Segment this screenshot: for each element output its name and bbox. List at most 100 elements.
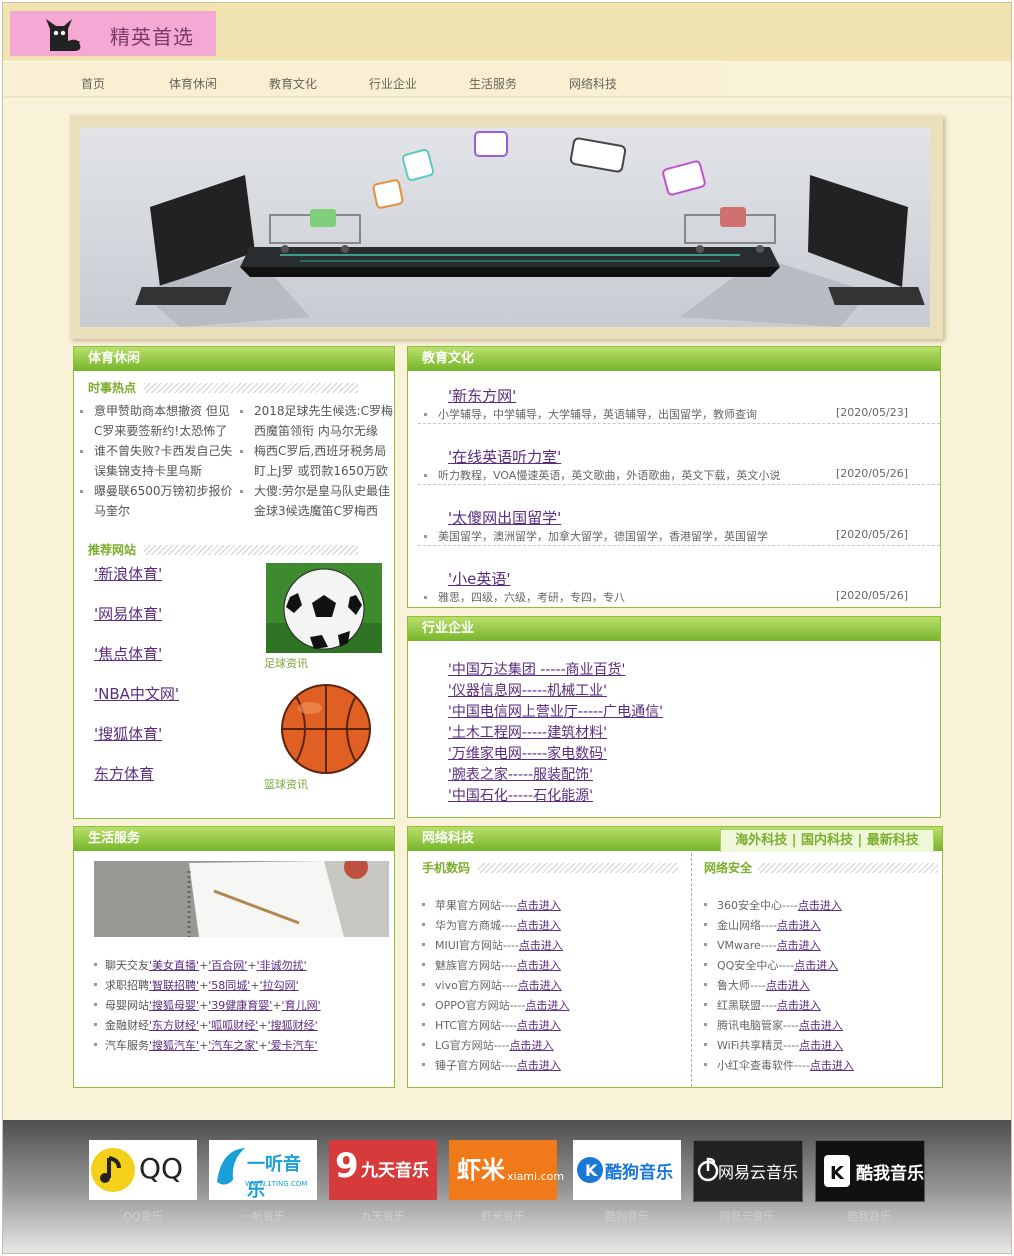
- news-item[interactable]: 曝曼联6500万镑初步报价: [94, 481, 244, 501]
- netease-music-logo[interactable]: 网易云音乐: [693, 1140, 803, 1202]
- life-link[interactable]: '东方财经': [149, 1019, 199, 1032]
- logo-name: 网易云音乐: [719, 1210, 775, 1223]
- tech-site-name: LG官方网站----: [435, 1039, 510, 1052]
- enter-link[interactable]: 点击进入: [519, 939, 563, 952]
- notebook-image[interactable]: [94, 861, 389, 937]
- 1ting-logo[interactable]: 一听音乐 WWW.1TING.COM: [209, 1140, 317, 1201]
- news-item[interactable]: 金球3候选魔笛C罗梅西: [254, 501, 394, 521]
- kuwo-logo[interactable]: K 酷我音乐: [815, 1140, 925, 1202]
- enter-link[interactable]: 点击进入: [766, 979, 810, 992]
- soccer-caption[interactable]: 足球资讯: [264, 655, 308, 671]
- nav-item-home[interactable]: 首页: [81, 75, 105, 92]
- enter-link[interactable]: 点击进入: [510, 1039, 554, 1052]
- news-item[interactable]: 大傻:劳尔是皇马队史最佳: [254, 481, 394, 501]
- qq-logo-text: QQ: [139, 1152, 184, 1185]
- industry-link-wanda[interactable]: '中国万达集团 -----商业百货': [448, 659, 625, 679]
- basketball-image[interactable]: [274, 682, 378, 776]
- news-item[interactable]: 谁不曾失败?卡西发自己失: [94, 441, 244, 461]
- life-link[interactable]: '智联招聘': [149, 979, 199, 992]
- link-eastday-sports[interactable]: 东方体育: [94, 763, 154, 784]
- edu-link-tingroom[interactable]: '在线英语听力室': [448, 446, 561, 467]
- link-163-sports[interactable]: '网易体育': [94, 603, 162, 624]
- edu-link-xdf[interactable]: '新东方网': [448, 385, 516, 406]
- life-link[interactable]: '58同城': [208, 979, 250, 992]
- enter-link[interactable]: 点击进入: [799, 1019, 843, 1032]
- education-panel: 教育文化 '新东方网' 小学辅导，中学辅导，大学辅导，英语辅导，出国留学，教师查…: [407, 346, 941, 608]
- xiami-logo[interactable]: 虾米 xiami.com: [449, 1140, 564, 1200]
- bullet-dot: [424, 474, 427, 477]
- education-panel-title: 教育文化: [408, 347, 940, 371]
- industry-link-instrument[interactable]: '仪器信息网-----机械工业': [448, 680, 607, 700]
- enter-link[interactable]: 点击进入: [517, 919, 561, 932]
- enter-link[interactable]: 点击进入: [799, 1039, 843, 1052]
- tech-site-name: vivo官方网站----: [435, 979, 518, 992]
- enter-link[interactable]: 点击进入: [810, 1059, 854, 1072]
- enter-link[interactable]: 点击进入: [777, 919, 821, 932]
- nav-item-sports[interactable]: 体育休闲: [169, 75, 217, 92]
- life-link[interactable]: '非诚勿扰': [257, 959, 307, 972]
- industry-link-appliance[interactable]: '万维家电网-----家电数码': [448, 743, 607, 763]
- enter-link[interactable]: 点击进入: [517, 1019, 561, 1032]
- edu-link-xiaoe[interactable]: '小e英语': [448, 568, 510, 589]
- link-nba-china[interactable]: 'NBA中文网': [94, 683, 179, 704]
- enter-link[interactable]: 点击进入: [518, 979, 562, 992]
- life-link[interactable]: '搜狐母婴': [149, 999, 199, 1012]
- nav-item-industry[interactable]: 行业企业: [369, 75, 417, 92]
- life-link[interactable]: '搜狐财经': [268, 1019, 318, 1032]
- enter-link[interactable]: 点击进入: [517, 959, 561, 972]
- column-divider: [691, 853, 692, 1087]
- tech-site-name: 华为官方商城----: [435, 919, 517, 932]
- svg-text:K: K: [830, 1163, 845, 1184]
- edu-link-taisha[interactable]: '太傻网出国留学': [448, 507, 561, 528]
- soccer-ball-image[interactable]: [266, 563, 382, 653]
- bullet-dot: [240, 410, 243, 413]
- enter-link[interactable]: 点击进入: [794, 959, 838, 972]
- life-link[interactable]: '育儿网': [282, 999, 321, 1012]
- banner-image[interactable]: [80, 127, 930, 327]
- link-focus-sports[interactable]: '焦点体育': [94, 643, 162, 664]
- 9sky-logo[interactable]: 9 九天音乐: [329, 1140, 437, 1200]
- news-item[interactable]: 盯上J罗 或罚款1650万欧: [254, 461, 394, 481]
- life-link[interactable]: '汽车之家': [208, 1039, 258, 1052]
- enter-link[interactable]: 点击进入: [798, 899, 842, 912]
- kugou-logo[interactable]: K 酷狗音乐: [573, 1140, 681, 1200]
- news-item[interactable]: 西魔笛领衔 内马尔无缘: [254, 421, 394, 441]
- enter-link[interactable]: 点击进入: [517, 1059, 561, 1072]
- enter-link[interactable]: 点击进入: [777, 939, 821, 952]
- news-item[interactable]: 马奎尔: [94, 501, 244, 521]
- bullet-dot: [704, 1023, 707, 1026]
- bullet-dot: [704, 963, 707, 966]
- site-logo[interactable]: 精英首选: [10, 11, 216, 56]
- qq-music-logo[interactable]: QQ: [89, 1140, 197, 1200]
- enter-link[interactable]: 点击进入: [777, 999, 821, 1012]
- tech-site-name: 鲁大师----: [717, 979, 766, 992]
- nav-item-life[interactable]: 生活服务: [469, 75, 517, 92]
- stripe-divider: [478, 863, 678, 873]
- industry-link-sinopec[interactable]: '中国石化-----石化能源': [448, 785, 593, 805]
- nav-item-tech[interactable]: 网络科技: [569, 75, 617, 92]
- enter-link[interactable]: 点击进入: [517, 899, 561, 912]
- tech-site-name: 红黑联盟----: [717, 999, 777, 1012]
- life-link[interactable]: '美女直播': [149, 959, 199, 972]
- news-item[interactable]: 意甲赞助商本想撤资 但见: [94, 401, 244, 421]
- life-link[interactable]: '爱卡汽车': [268, 1039, 318, 1052]
- life-link[interactable]: '拉勾网': [260, 979, 299, 992]
- link-sina-sports[interactable]: '新浪体育': [94, 563, 162, 584]
- tech-tabs[interactable]: 海外科技 | 国内科技 | 最新科技: [720, 829, 934, 852]
- news-item[interactable]: 误集锦支持卡里乌斯: [94, 461, 244, 481]
- nav-item-education[interactable]: 教育文化: [269, 75, 317, 92]
- basketball-caption[interactable]: 篮球资讯: [264, 776, 308, 792]
- news-item[interactable]: 梅西C罗后,西班牙税务局: [254, 441, 394, 461]
- news-item[interactable]: 2018足球先生候选:C罗梅: [254, 401, 394, 421]
- life-link[interactable]: '呱呱财经': [208, 1019, 258, 1032]
- bullet-dot: [422, 1043, 425, 1046]
- link-sohu-sports[interactable]: '搜狐体育': [94, 723, 162, 744]
- life-link[interactable]: '百合网': [208, 959, 247, 972]
- industry-link-telecom[interactable]: '中国电信网上营业厅-----广电通信': [448, 701, 663, 721]
- industry-link-watch[interactable]: '腕表之家-----服装配饰': [448, 764, 593, 784]
- life-link[interactable]: '39健康育婴': [208, 999, 272, 1012]
- industry-link-civil[interactable]: '土木工程网-----建筑材料': [448, 722, 607, 742]
- enter-link[interactable]: 点击进入: [525, 999, 569, 1012]
- news-item[interactable]: C罗来要签新约!太恐怖了: [94, 421, 244, 441]
- life-link[interactable]: '搜狐汽车': [149, 1039, 199, 1052]
